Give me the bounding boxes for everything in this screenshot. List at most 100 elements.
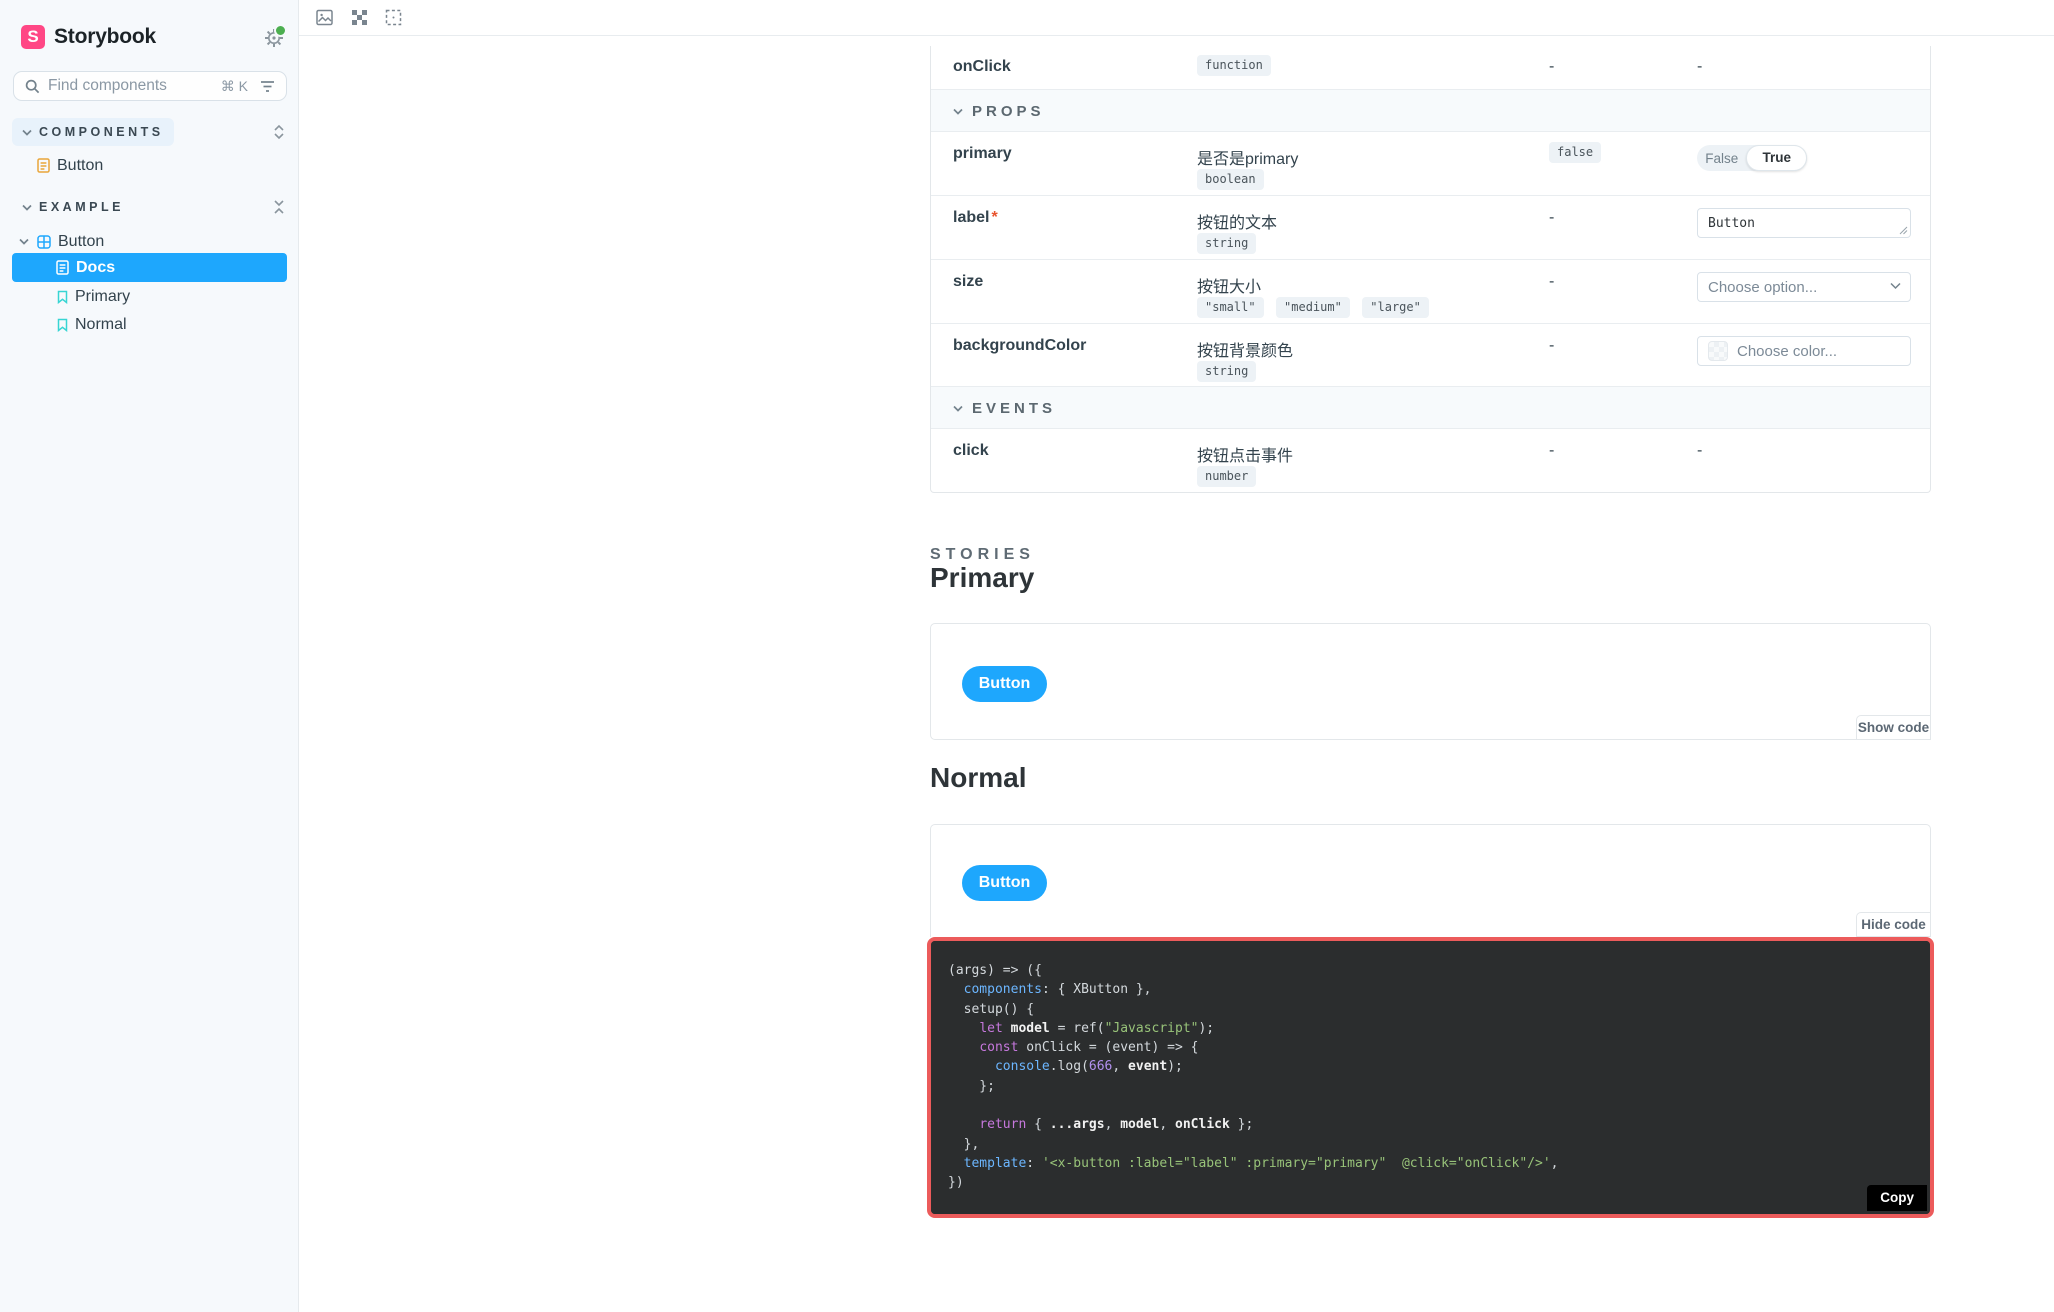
- default-value: -: [1549, 273, 1555, 290]
- sidebar-item-label: Normal: [75, 315, 127, 333]
- type-chip: boolean: [1197, 169, 1264, 190]
- copy-button[interactable]: Copy: [1867, 1185, 1927, 1211]
- sidebar-section-components: COMPONENTS: [0, 118, 299, 146]
- measure-outline-icon[interactable]: [385, 9, 402, 26]
- chevron-down-icon: [19, 238, 29, 245]
- section-title: PROPS: [972, 103, 1045, 120]
- section-label: COMPONENTS: [39, 125, 164, 139]
- chevron-down-icon: [22, 129, 32, 136]
- brand-row: S Storybook: [21, 25, 156, 49]
- arg-name: click: [953, 442, 989, 459]
- args-row-onclick: onClick function - -: [931, 46, 1930, 89]
- canvas-toolbar: [299, 0, 2054, 36]
- color-picker-input[interactable]: Choose color...: [1697, 336, 1911, 366]
- sidebar-section-example: EXAMPLE: [0, 193, 299, 221]
- bookmark-icon: [57, 290, 68, 304]
- show-code-button[interactable]: Show code: [1856, 715, 1931, 740]
- sidebar: S Storybook Find components ⌘ K COMPONEN…: [0, 0, 299, 1312]
- text-input-value: Button: [1708, 215, 1755, 231]
- section-title: EVENTS: [972, 400, 1057, 417]
- sidebar-item-label: Primary: [75, 287, 131, 305]
- control-value: -: [1697, 442, 1703, 459]
- args-table: onClick function - - PROPS primary 是否是pr…: [930, 46, 1931, 493]
- arg-name: backgroundColor: [953, 337, 1087, 354]
- arg-description: 按钮背景颜色: [1197, 343, 1294, 360]
- example-section-header[interactable]: EXAMPLE: [12, 193, 134, 221]
- args-row-label: label * 按钮的文本 string - Button: [931, 195, 1930, 259]
- default-value: -: [1549, 442, 1555, 459]
- story-preview-primary: Button Show code: [930, 623, 1931, 740]
- notification-dot: [274, 24, 287, 37]
- toggle-true-label[interactable]: True: [1746, 145, 1807, 171]
- component-icon: [37, 234, 51, 249]
- chevron-down-icon: [953, 405, 963, 412]
- color-swatch-icon[interactable]: [1708, 341, 1728, 361]
- sidebar-item-docs-selected[interactable]: Docs: [12, 253, 287, 282]
- arg-name: size: [953, 273, 984, 290]
- arg-description: 按钮大小: [1197, 279, 1262, 296]
- arg-description: 按钮点击事件: [1197, 448, 1294, 465]
- hide-code-button[interactable]: Hide code: [1856, 912, 1931, 937]
- type-chip: string: [1197, 361, 1257, 382]
- components-section-header[interactable]: COMPONENTS: [12, 118, 174, 146]
- search-input[interactable]: Find components ⌘ K: [13, 71, 287, 101]
- normal-story-button[interactable]: Button: [962, 865, 1047, 901]
- settings-gear-icon[interactable]: [263, 24, 287, 49]
- code-block: (args) => ({ components: { XButton }, se…: [927, 937, 1934, 1218]
- props-section-row[interactable]: PROPS: [931, 89, 1930, 131]
- default-value: -: [1549, 209, 1555, 226]
- story-title-primary: Primary: [930, 562, 1035, 593]
- search-shortcut: ⌘ K: [220, 77, 248, 94]
- code-block-surface: (args) => ({ components: { XButton }, se…: [931, 941, 1930, 1214]
- default-chip: false: [1549, 142, 1602, 163]
- doc-icon: [37, 158, 50, 173]
- chevron-down-icon: [22, 204, 32, 211]
- arg-name: label: [953, 209, 990, 226]
- arg-description: 是否是primary: [1197, 151, 1299, 168]
- chevron-down-icon: [1890, 282, 1901, 290]
- args-row-size: size 按钮大小 "small" "medium" "large" - Cho…: [931, 259, 1930, 323]
- type-option-chip: "medium": [1276, 297, 1350, 318]
- code-content: (args) => ({ components: { XButton }, se…: [948, 963, 1559, 1191]
- expand-all-icon[interactable]: [273, 123, 285, 141]
- control-value: -: [1697, 58, 1703, 75]
- background-grid-icon[interactable]: [351, 9, 368, 26]
- collapse-all-icon[interactable]: [273, 198, 285, 216]
- select-placeholder: Choose option...: [1708, 278, 1818, 296]
- bookmark-icon: [57, 318, 68, 332]
- search-icon: [25, 79, 40, 93]
- toggle-false-label[interactable]: False: [1697, 151, 1746, 166]
- section-label: EXAMPLE: [39, 200, 124, 214]
- type-chip: function: [1197, 55, 1271, 76]
- type-option-chip: "large": [1362, 297, 1429, 318]
- args-row-primary: primary 是否是primary boolean false False T…: [931, 131, 1930, 195]
- doc-icon: [56, 260, 69, 275]
- storybook-logo[interactable]: S: [21, 25, 45, 49]
- story-preview-normal: Button Hide code: [930, 824, 1931, 937]
- sidebar-item-normal[interactable]: Normal: [0, 310, 299, 339]
- chevron-down-icon: [953, 108, 963, 115]
- arg-name: primary: [953, 145, 1012, 162]
- logo-letter: S: [27, 27, 39, 46]
- color-placeholder: Choose color...: [1737, 342, 1838, 360]
- primary-story-button[interactable]: Button: [962, 666, 1047, 702]
- filter-icon[interactable]: [260, 80, 275, 93]
- arg-description: 按钮的文本: [1197, 215, 1278, 232]
- arg-name: onClick: [953, 58, 1011, 75]
- boolean-toggle[interactable]: False True: [1697, 145, 1807, 171]
- sidebar-item-primary[interactable]: Primary: [0, 282, 299, 311]
- select-dropdown[interactable]: Choose option...: [1697, 272, 1911, 302]
- app-title: Storybook: [54, 25, 157, 48]
- sidebar-item-label: Docs: [76, 258, 116, 276]
- args-row-click: click 按钮点击事件 number - -: [931, 428, 1930, 492]
- type-option-chip: "small": [1197, 297, 1264, 318]
- type-chip: number: [1197, 466, 1257, 487]
- sidebar-item-button-components[interactable]: Button: [0, 151, 299, 180]
- text-input[interactable]: Button: [1697, 208, 1911, 238]
- story-title-normal: Normal: [930, 762, 1027, 793]
- events-section-row[interactable]: EVENTS: [931, 386, 1930, 428]
- search-placeholder: Find components: [48, 77, 167, 94]
- resize-grip-icon[interactable]: [1899, 226, 1908, 235]
- canvas-image-icon[interactable]: [316, 9, 333, 26]
- sidebar-item-button-example[interactable]: Button: [0, 227, 299, 256]
